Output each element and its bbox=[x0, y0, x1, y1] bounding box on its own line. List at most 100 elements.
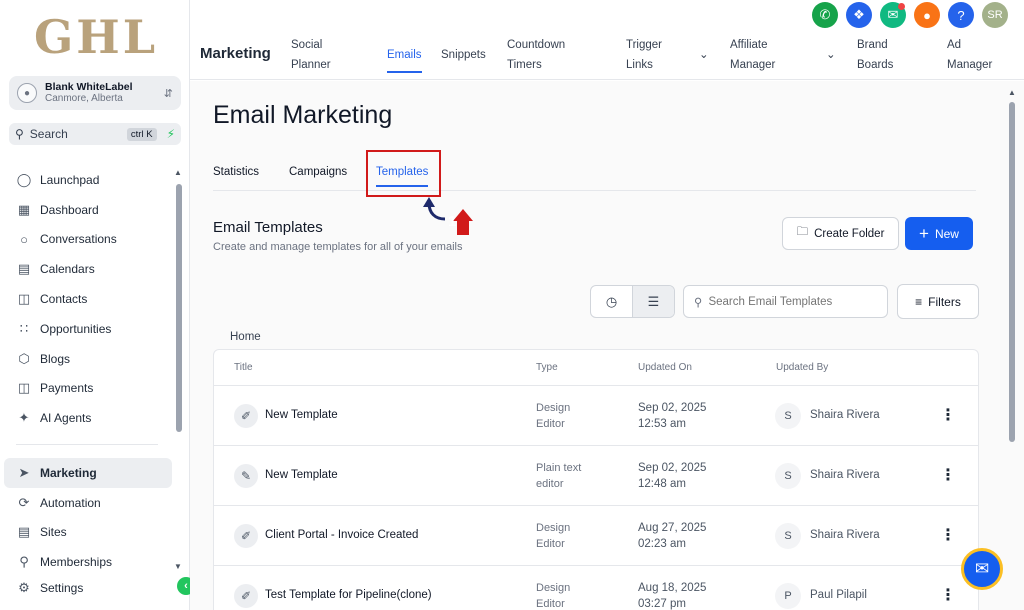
design-icon: ✐ bbox=[234, 524, 258, 548]
design-icon: ✐ bbox=[234, 584, 258, 608]
table-row[interactable]: ✐ Client Portal - Invoice Created Design… bbox=[214, 506, 978, 566]
chevron-down-icon[interactable]: ⌄ bbox=[826, 45, 836, 65]
search-shortcut: ctrl K bbox=[126, 127, 157, 141]
template-title[interactable]: Client Portal - Invoice Created bbox=[265, 529, 418, 541]
nav-countdown-timers[interactable]: Countdown Timers bbox=[507, 35, 565, 75]
account-name: Blank WhiteLabel bbox=[45, 80, 133, 93]
date: Sep 02, 2025 bbox=[638, 462, 707, 474]
pen-icon: ✎ bbox=[234, 464, 258, 488]
header-title[interactable]: Title bbox=[234, 362, 253, 373]
filters-button[interactable]: ≡ Filters bbox=[897, 284, 979, 319]
type-line1: Plain text bbox=[536, 462, 582, 474]
new-label: New bbox=[934, 226, 959, 241]
chat-icon: ○ bbox=[20, 231, 28, 247]
nav-label-line1: Emails bbox=[387, 49, 422, 61]
create-folder-button[interactable]: 🗀 Create Folder bbox=[782, 217, 899, 250]
header-updated-by[interactable]: Updated By bbox=[776, 362, 828, 373]
template-title[interactable]: New Template bbox=[265, 409, 338, 421]
template-title[interactable]: New Template bbox=[265, 469, 338, 481]
avatar: P bbox=[775, 583, 801, 609]
template-search-input[interactable] bbox=[708, 295, 879, 308]
sparkle-icon: ✦ bbox=[18, 410, 30, 426]
sidebar-item-blogs[interactable]: ⬡ Blogs bbox=[0, 344, 172, 374]
ticket-icon[interactable]: ❖ bbox=[846, 2, 872, 28]
main-scrollbar[interactable]: ▲ bbox=[1008, 88, 1016, 608]
time: 03:27 pm bbox=[638, 598, 686, 610]
breadcrumb[interactable]: Home bbox=[230, 331, 261, 343]
account-switcher[interactable]: ● Blank WhiteLabel Canmore, Alberta ⇵ bbox=[9, 76, 181, 110]
clock-icon[interactable]: ◷ bbox=[591, 286, 632, 317]
tab-statistics[interactable]: Statistics bbox=[213, 166, 259, 178]
sidebar-item-opportunities[interactable]: ∷ Opportunities bbox=[0, 314, 172, 344]
template-search[interactable]: ⚲ bbox=[683, 285, 888, 318]
more-options-icon[interactable]: ⋮ bbox=[940, 405, 956, 425]
updated-on: Sep 02, 2025 12:48 am bbox=[638, 460, 706, 492]
more-options-icon[interactable]: ⋮ bbox=[940, 585, 956, 605]
tab-campaigns[interactable]: Campaigns bbox=[289, 166, 347, 178]
table-row[interactable]: ✐ New Template Design Editor Sep 02, 2025… bbox=[214, 386, 978, 446]
sidebar-item-label: Memberships bbox=[40, 555, 113, 570]
template-type: Plain text editor bbox=[536, 460, 616, 492]
sidebar-search[interactable]: ⚲ Search ctrl K ⚡ bbox=[9, 123, 181, 145]
sidebar-item-conversations[interactable]: ○ Conversations bbox=[0, 225, 172, 255]
sidebar-item-marketing[interactable]: ➤ Marketing bbox=[4, 458, 172, 488]
sidebar-scroll-up[interactable]: ▲ bbox=[174, 168, 182, 177]
nav-brand-boards[interactable]: Brand Boards bbox=[857, 35, 893, 75]
lightning-icon[interactable]: ⚡ bbox=[167, 127, 175, 141]
annotation-arrow bbox=[423, 197, 473, 235]
chat-support-button[interactable]: ✉ bbox=[961, 548, 1003, 590]
sidebar-item-settings[interactable]: ⚙ Settings bbox=[0, 577, 172, 599]
new-template-button[interactable]: + New bbox=[905, 217, 973, 250]
sidebar-item-payments[interactable]: ◫ Payments bbox=[0, 374, 172, 404]
list-view-icon[interactable]: ☰ bbox=[632, 286, 674, 317]
logo: GHL bbox=[34, 10, 159, 64]
updated-on: Sep 02, 2025 12:53 am bbox=[638, 400, 706, 432]
nav-label-line1: Trigger bbox=[626, 39, 662, 51]
nav-affiliate-manager[interactable]: Affiliate Manager bbox=[730, 35, 775, 75]
nav-label-line2: Planner bbox=[291, 59, 331, 71]
header-type[interactable]: Type bbox=[536, 362, 558, 373]
template-title[interactable]: Test Template for Pipeline(clone) bbox=[265, 589, 432, 601]
sidebar-item-automation[interactable]: ⟳ Automation bbox=[0, 488, 172, 518]
more-options-icon[interactable]: ⋮ bbox=[940, 525, 956, 545]
phone-icon[interactable]: ✆ bbox=[812, 2, 838, 28]
nav-snippets[interactable]: Snippets bbox=[441, 45, 486, 65]
nav-social-planner[interactable]: Social Planner bbox=[291, 35, 331, 75]
tab-bar: Statistics Campaigns Templates bbox=[213, 161, 976, 191]
sidebar-scroll-down[interactable]: ▼ bbox=[174, 562, 182, 571]
sidebar-item-ai-agents[interactable]: ✦ AI Agents bbox=[0, 403, 172, 433]
nav-ad-manager[interactable]: Ad Manager bbox=[947, 35, 992, 75]
table-row[interactable]: ✎ New Template Plain text editor Sep 02, … bbox=[214, 446, 978, 506]
folder-icon: 🗀 bbox=[796, 226, 809, 238]
sidebar-item-contacts[interactable]: ◫ Contacts bbox=[0, 284, 172, 314]
megaphone-icon[interactable]: ✉ bbox=[880, 2, 906, 28]
header-updated-on[interactable]: Updated On bbox=[638, 362, 692, 373]
more-options-icon[interactable]: ⋮ bbox=[940, 465, 956, 485]
top-nav: Marketing Social Planner Emails Snippets … bbox=[190, 32, 1024, 80]
help-icon[interactable]: ? bbox=[948, 2, 974, 28]
user-initials: SR bbox=[987, 9, 1003, 21]
table-row[interactable]: ✐ Test Template for Pipeline(clone) Desi… bbox=[214, 566, 978, 610]
nav-label-line1: Affiliate bbox=[730, 39, 768, 51]
bell-icon[interactable]: ● bbox=[914, 2, 940, 28]
date: Aug 18, 2025 bbox=[638, 582, 707, 594]
annotation-number: 1 bbox=[448, 213, 457, 230]
chevron-down-icon[interactable]: ⌄ bbox=[699, 45, 709, 65]
scroll-up-arrow[interactable]: ▲ bbox=[1008, 88, 1016, 97]
nav-label-line1: Snippets bbox=[441, 49, 486, 61]
user-avatar[interactable]: SR bbox=[982, 2, 1008, 28]
sidebar-item-dashboard[interactable]: ▦ Dashboard bbox=[0, 195, 172, 225]
nav-emails[interactable]: Emails bbox=[387, 45, 422, 73]
notification-dot bbox=[898, 3, 905, 10]
nav-trigger-links[interactable]: Trigger Links bbox=[626, 35, 662, 75]
sidebar-item-sites[interactable]: ▤ Sites bbox=[0, 518, 172, 548]
section-subtitle: Create and manage templates for all of y… bbox=[213, 241, 463, 253]
updated-by: Shaira Rivera bbox=[810, 409, 880, 421]
scroll-thumb[interactable] bbox=[1009, 102, 1015, 442]
section-title: Email Templates bbox=[213, 219, 323, 236]
sidebar-item-calendars[interactable]: ▤ Calendars bbox=[0, 254, 172, 284]
sidebar-item-launchpad[interactable]: ◯ Launchpad bbox=[0, 165, 172, 195]
updated-on: Aug 18, 2025 03:27 pm bbox=[638, 580, 706, 610]
sidebar-item-memberships[interactable]: ⚲ Memberships bbox=[0, 547, 172, 577]
sidebar-scrollbar[interactable] bbox=[176, 184, 182, 432]
